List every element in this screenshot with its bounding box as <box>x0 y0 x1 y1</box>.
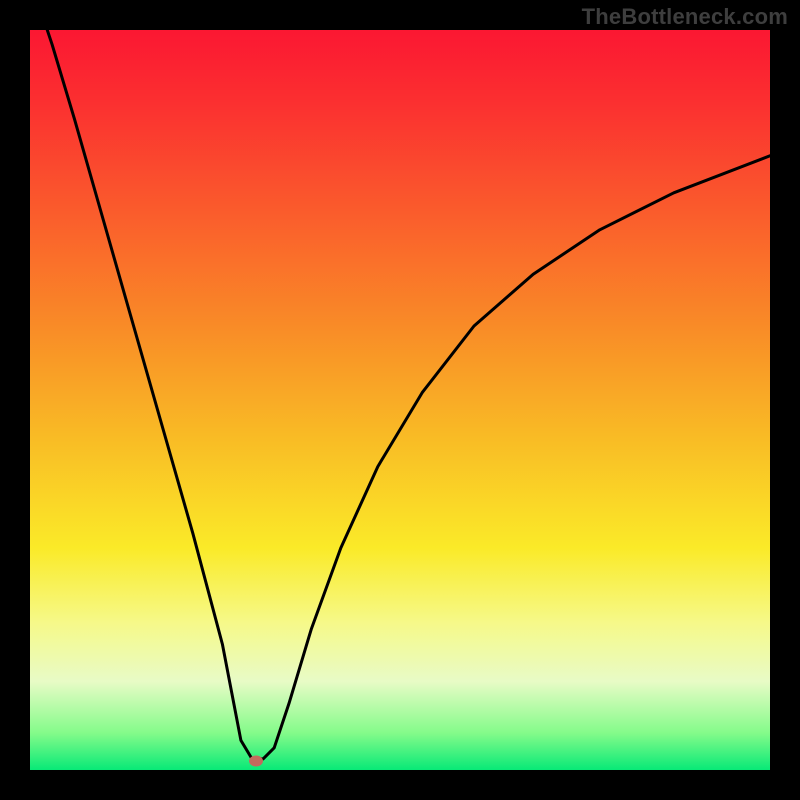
watermark-text: TheBottleneck.com <box>582 4 788 30</box>
min-point-marker <box>249 756 263 767</box>
curve-svg <box>30 30 770 770</box>
plot-area <box>30 30 770 770</box>
chart-frame: TheBottleneck.com <box>0 0 800 800</box>
bottleneck-curve <box>30 30 770 759</box>
